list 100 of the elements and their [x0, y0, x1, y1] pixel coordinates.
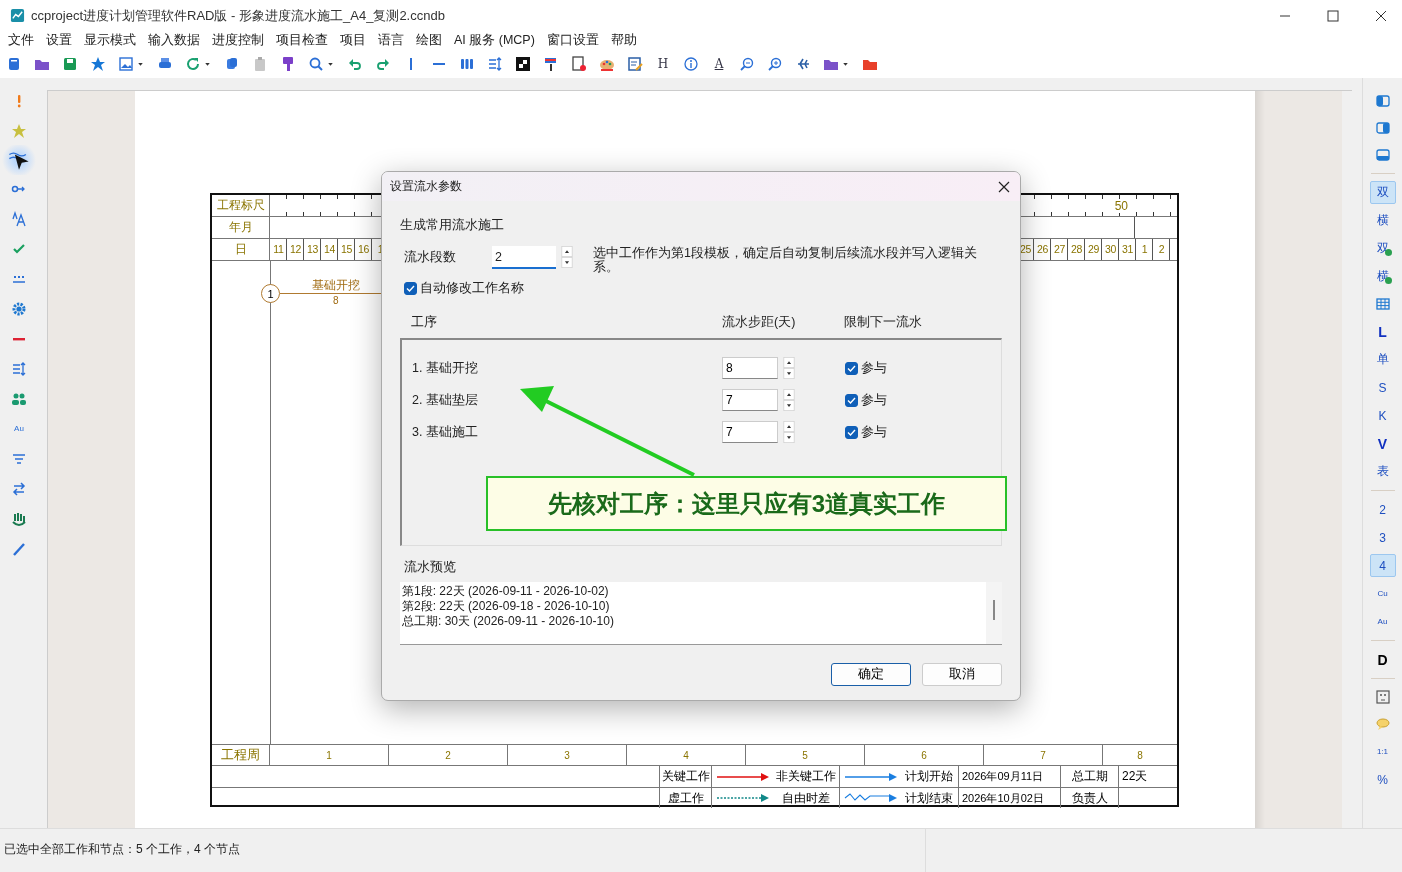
- sort-icon[interactable]: [487, 56, 503, 72]
- star-icon[interactable]: [11, 123, 27, 139]
- copy-icon[interactable]: [224, 56, 240, 72]
- checkbox[interactable]: [845, 361, 858, 375]
- checkbox-label: 参与: [861, 359, 887, 377]
- vertical-scrollbar[interactable]: [1342, 91, 1352, 828]
- zoom-in-icon[interactable]: [767, 56, 783, 72]
- toolbar-text-button[interactable]: Au: [1369, 610, 1396, 633]
- paint-roller-icon[interactable]: [543, 56, 559, 72]
- edit-document-icon[interactable]: [627, 56, 643, 72]
- people-icon[interactable]: [11, 391, 27, 407]
- checkbox[interactable]: [845, 393, 858, 407]
- toolbar-text-button[interactable]: K: [1369, 404, 1396, 427]
- toolbar-text-button[interactable]: 1:1: [1369, 740, 1396, 763]
- spin-up-icon[interactable]: [781, 420, 797, 432]
- contrast-icon[interactable]: [515, 56, 531, 72]
- cancel-button[interactable]: 取消: [922, 663, 1002, 686]
- section-title: 生成常用流水施工: [400, 217, 505, 234]
- week-cell: 6: [865, 745, 984, 765]
- menu-item[interactable]: 输入数据: [142, 32, 206, 49]
- font-size-icon[interactable]: [11, 211, 27, 227]
- ok-button[interactable]: 确定: [831, 663, 911, 686]
- menu-item[interactable]: 文件: [2, 32, 40, 49]
- new-file-icon[interactable]: [6, 56, 22, 72]
- step-input[interactable]: 8: [722, 357, 778, 379]
- day-cell: 1: [1136, 239, 1153, 260]
- save-icon[interactable]: [62, 56, 78, 72]
- toolbar-text-button[interactable]: 单: [1369, 348, 1396, 371]
- step-input[interactable]: 7: [722, 389, 778, 411]
- sort-icon[interactable]: [11, 361, 27, 377]
- toolbar-text-button[interactable]: 横: [1369, 209, 1396, 232]
- column-header: 限制下一流水: [844, 314, 922, 331]
- bottom-panel-icon[interactable]: [1374, 147, 1391, 163]
- spin-down-icon[interactable]: [781, 431, 797, 443]
- day-cell: 29: [1085, 239, 1102, 260]
- toolbar-text-button[interactable]: D: [1369, 648, 1396, 671]
- swap-icon[interactable]: [11, 481, 27, 497]
- redo-icon[interactable]: [375, 56, 391, 72]
- toolbar-text-button[interactable]: 2: [1369, 498, 1396, 521]
- brush-icon[interactable]: [280, 56, 296, 72]
- image-icon[interactable]: [118, 56, 134, 72]
- menu-item[interactable]: 绘图: [410, 32, 448, 49]
- grid-icon[interactable]: [1374, 296, 1391, 312]
- right-panel-icon[interactable]: [1374, 120, 1391, 136]
- preview-line: 第2段: 22天 (2026-09-18 - 2026-10-10): [402, 599, 611, 614]
- toolbar-text-button[interactable]: Cu: [1369, 582, 1396, 605]
- checkbox[interactable]: [845, 425, 858, 439]
- left-panel-icon[interactable]: [1374, 93, 1391, 109]
- menu-item[interactable]: 窗口设置: [540, 32, 605, 49]
- spin-up-icon[interactable]: [559, 246, 575, 257]
- day-cell: 15: [338, 239, 355, 260]
- spin-up-icon[interactable]: [781, 388, 797, 400]
- day-cell: 16: [355, 239, 372, 260]
- settings-icon[interactable]: [11, 301, 27, 317]
- menu-item[interactable]: AI 服务 (MCP): [448, 32, 541, 49]
- search-icon[interactable]: [308, 56, 324, 72]
- info-icon[interactable]: [683, 56, 699, 72]
- toolbar-text-button[interactable]: 双: [1369, 181, 1396, 204]
- toolbar-text-button[interactable]: S: [1369, 376, 1396, 399]
- row-label: 日: [212, 239, 270, 260]
- menu-item[interactable]: 设置: [40, 32, 78, 49]
- toolbar-text-button[interactable]: 3: [1369, 526, 1396, 549]
- step-input[interactable]: 7: [722, 421, 778, 443]
- scrollbar-thumb[interactable]: [993, 600, 995, 620]
- spin-up-icon[interactable]: [781, 356, 797, 368]
- pen-icon[interactable]: [11, 541, 27, 557]
- field-label: 流水段数: [404, 249, 457, 266]
- menu-item[interactable]: 进度控制: [206, 32, 270, 49]
- paste-icon[interactable]: [252, 56, 268, 72]
- segments-input[interactable]: 2: [492, 246, 556, 269]
- document-icon[interactable]: [571, 56, 587, 72]
- toolbar-text-button[interactable]: L: [1369, 320, 1396, 343]
- arrows-icon[interactable]: [795, 56, 811, 72]
- menu-item[interactable]: 帮助: [604, 32, 643, 49]
- maximize-icon[interactable]: [1325, 7, 1341, 24]
- pointer-icon[interactable]: [8, 149, 30, 171]
- toolbar-text-button[interactable]: 4: [1369, 554, 1396, 577]
- toolbar-text-button[interactable]: 表: [1369, 460, 1396, 483]
- menu-item[interactable]: 显示模式: [78, 32, 142, 49]
- info-label: 计划开始: [900, 766, 959, 787]
- face-frame-icon[interactable]: [1374, 689, 1391, 705]
- checkbox[interactable]: [404, 282, 417, 295]
- spin-down-icon[interactable]: [781, 367, 797, 379]
- spin-down-icon[interactable]: [781, 399, 797, 411]
- toolbar-text-button[interactable]: V: [1369, 432, 1396, 455]
- toolbar-text-button[interactable]: %: [1369, 768, 1396, 791]
- menu-item[interactable]: 项目检查: [270, 32, 334, 49]
- checkbox-label: 参与: [861, 423, 887, 441]
- filter-icon[interactable]: [11, 451, 27, 467]
- toolbar-text-button[interactable]: A: [711, 57, 727, 71]
- menu-item[interactable]: 语言: [372, 32, 410, 49]
- menu-item[interactable]: 项目: [334, 32, 372, 49]
- toolbar-text-button[interactable]: H: [655, 57, 671, 71]
- zoom-out-icon[interactable]: [739, 56, 755, 72]
- info-value: 2026年09月11日: [959, 766, 1061, 787]
- columns-icon[interactable]: [459, 56, 475, 72]
- hand-icon[interactable]: [11, 511, 27, 527]
- toolbar-text-button[interactable]: Au: [14, 421, 24, 437]
- spin-down-icon[interactable]: [559, 257, 575, 268]
- info-label: 总工期: [1061, 766, 1119, 787]
